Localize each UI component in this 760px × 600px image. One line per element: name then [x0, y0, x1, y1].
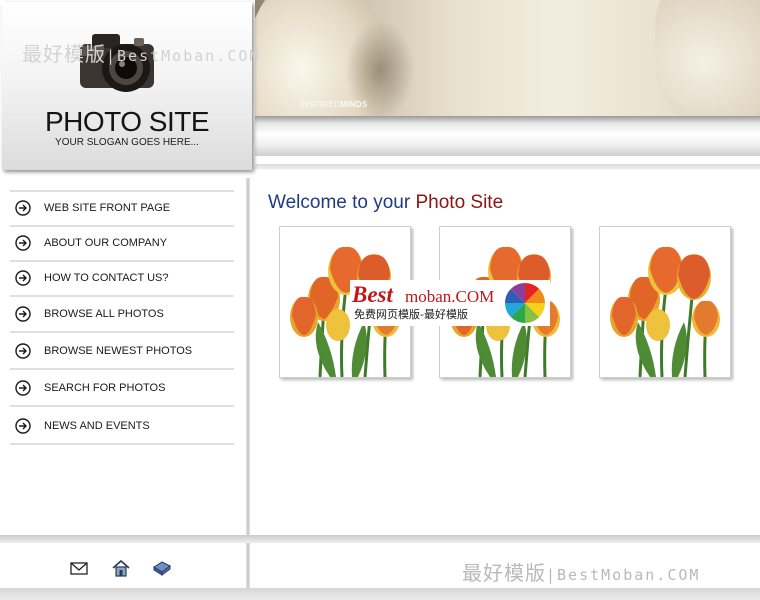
watermark-bottom: 最好模版|BestMoban.COM: [462, 563, 701, 585]
nav-menu: WEB SITE FRONT PAGE ABOUT OUR COMPANY HO…: [10, 190, 234, 445]
footer-bottom-bar: [0, 588, 760, 600]
arrow-circle-icon: [15, 343, 31, 359]
arrow-circle-icon: [15, 306, 31, 322]
arrow-circle-icon: [15, 235, 31, 251]
watermark-top: 最好模版|BestMoban.COM: [22, 42, 261, 66]
nav-item-news[interactable]: NEWS AND EVENTS: [10, 407, 234, 445]
arrow-circle-icon: [15, 270, 31, 286]
arrow-circle-icon: [15, 418, 31, 434]
header-banner-image: INSPIREDMINDS: [255, 0, 760, 116]
nav-item-label: HOW TO CONTACT US?: [44, 272, 169, 284]
color-wheel-icon: [505, 283, 545, 323]
tulip-photo: [610, 246, 720, 377]
nav-item-label: BROWSE ALL PHOTOS: [44, 308, 164, 320]
nav-item-label: ABOUT OUR COMPANY: [44, 237, 168, 249]
nav-item-search[interactable]: SEARCH FOR PHOTOS: [10, 370, 234, 407]
site-title: PHOTO SITE: [44, 106, 210, 137]
main-content: Welcome to your Photo Site: [250, 178, 760, 535]
nav-item-label: BROWSE NEWEST PHOTOS: [44, 345, 193, 357]
banner-caption: INSPIREDMINDS: [300, 100, 368, 109]
footer-column-divider: [246, 543, 250, 588]
footer-divider: [0, 535, 760, 543]
arrow-circle-icon: [15, 200, 31, 216]
nav-item-browse-all[interactable]: BROWSE ALL PHOTOS: [10, 297, 234, 333]
nav-item-front-page[interactable]: WEB SITE FRONT PAGE: [10, 192, 234, 227]
photo-thumbnail[interactable]: [599, 226, 731, 378]
nav-item-label: WEB SITE FRONT PAGE: [44, 202, 171, 214]
nav-item-contact[interactable]: HOW TO CONTACT US?: [10, 262, 234, 297]
footer: 最好模版|BestMoban.COM: [0, 543, 760, 588]
logo-box[interactable]: PHOTO SITE YOUR SLOGAN GOES HERE...: [2, 2, 252, 170]
arrow-circle-icon: [15, 380, 31, 396]
watermark-badge: Best moban.COM 免费网页模版-最好模版: [350, 280, 550, 326]
header: INSPIREDMINDS PHOTO SITE YOUR SLOGAN GOE…: [0, 0, 760, 178]
header-divider: [255, 164, 760, 170]
sidebar: WEB SITE FRONT PAGE ABOUT OUR COMPANY HO…: [0, 178, 246, 535]
watermark-best: Best: [352, 282, 393, 307]
nav-item-label: NEWS AND EVENTS: [44, 420, 150, 432]
welcome-heading: Welcome to your Photo Site: [268, 192, 504, 213]
home-icon[interactable]: [111, 559, 131, 577]
nav-item-label: SEARCH FOR PHOTOS: [44, 382, 166, 394]
mail-icon[interactable]: [69, 559, 89, 577]
site-slogan: YOUR SLOGAN GOES HERE...: [55, 137, 199, 148]
nav-item-about[interactable]: ABOUT OUR COMPANY: [10, 227, 234, 262]
watermark-moban: moban.COM: [405, 287, 495, 306]
bookmark-icon[interactable]: [152, 559, 172, 577]
nav-item-browse-newest[interactable]: BROWSE NEWEST PHOTOS: [10, 333, 234, 370]
watermark-subtitle: 免费网页模版-最好模版: [354, 308, 468, 321]
header-bar: [255, 116, 760, 156]
